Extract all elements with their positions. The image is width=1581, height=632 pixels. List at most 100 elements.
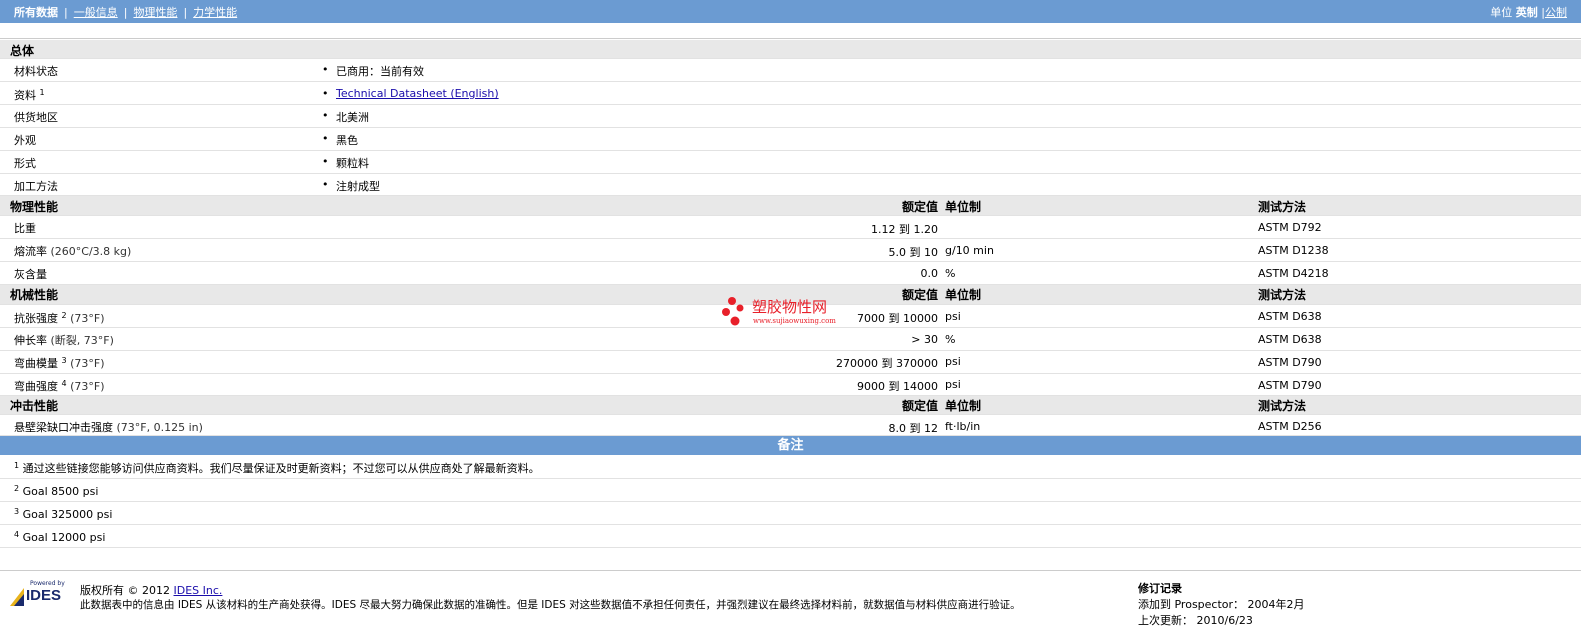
label-text: 资料 [14, 89, 36, 102]
property-label: 灰含量 [14, 268, 47, 281]
footnote-ref[interactable]: 1 [40, 88, 45, 97]
test-method: ASTM D792 [1258, 221, 1322, 234]
updated-value: 2010/6/23 [1196, 614, 1253, 627]
datasheet-link[interactable]: Technical Datasheet (English) [336, 87, 499, 100]
bullet: • [322, 63, 329, 76]
test-method: ASTM D1238 [1258, 244, 1329, 257]
bullet: • [322, 87, 329, 100]
test-method: ASTM D638 [1258, 310, 1322, 323]
copyright: 版权所有 © 2012 IDES Inc. [80, 582, 222, 598]
property-value: 北美洲 [336, 111, 369, 124]
note-item: 1 通过这些链接您能够访问供应商资料。我们尽量保证及时更新资料；不过您可以从供应… [0, 455, 1581, 479]
revision-title: 修订记录 [1138, 582, 1182, 595]
ides-logo: Powered by IDES [8, 580, 70, 608]
general-row: 加工方法 • 注射成型 [0, 174, 1581, 196]
label-text: 抗张强度 [14, 312, 58, 325]
test-condition: (73°F) [70, 380, 105, 393]
property-label: 供货地区 [14, 111, 58, 124]
note-number: 3 [14, 507, 20, 516]
test-method: ASTM D638 [1258, 333, 1322, 346]
general-row: 资料 1 • Technical Datasheet (English) [0, 82, 1581, 105]
property-label: 伸长率 (断裂, 73°F) [14, 332, 114, 348]
note-text: 2 Goal 8500 psi [14, 484, 98, 498]
label-text: 弯曲强度 [14, 380, 58, 393]
bullet: • [322, 155, 329, 168]
column-header-unit: 单位制 [945, 200, 982, 214]
property-value: 已商用：当前有效 [336, 65, 424, 78]
rated-value: 270000 到 370000 [836, 357, 938, 370]
property-label: 悬壁梁缺口冲击强度 (73°F, 0.125 in) [14, 419, 203, 435]
section-title: 总体 [10, 44, 35, 58]
watermark-dots-icon [722, 297, 744, 326]
nav-separator: | [64, 6, 68, 19]
footnote-ref[interactable]: 3 [62, 356, 67, 365]
company-link[interactable]: IDES Inc. [174, 584, 223, 597]
units-imperial[interactable]: 英制 [1516, 6, 1538, 19]
rated-value: 7000 到 10000 [857, 312, 938, 325]
general-row: 材料状态 • 已商用：当前有效 [0, 59, 1581, 82]
property-label: 材料状态 [14, 65, 58, 78]
nav-separator: | [183, 6, 188, 19]
watermark-url: www.sujiaowuxing.com [753, 317, 836, 325]
rated-value: 0.0 [920, 267, 939, 280]
note-body: Goal 325000 psi [22, 508, 113, 521]
test-method: ASTM D790 [1258, 379, 1322, 392]
nav-mechanical[interactable]: 力学性能 [193, 6, 237, 19]
watermark: 塑胶物性网 www.sujiaowuxing.com [720, 296, 850, 332]
divider [0, 38, 1581, 39]
test-condition: (73°F) [70, 312, 105, 325]
copyright-text: 版权所有 © 2012 [80, 584, 170, 597]
note-item: 2 Goal 8500 psi [0, 479, 1581, 502]
note-number: 4 [14, 530, 20, 539]
top-nav-bar: 所有数据 | 一般信息 | 物理性能 | 力学性能 单位 英制 |公制 [0, 0, 1581, 23]
test-condition: (73°F, 0.125 in) [116, 421, 203, 434]
footnote-ref[interactable]: 4 [62, 379, 67, 388]
column-header-test: 测试方法 [1258, 200, 1307, 214]
general-row: 形式 • 颗粒料 [0, 151, 1581, 174]
note-body: Goal 12000 psi [22, 531, 106, 544]
added-label: 添加到 Prospector： [1138, 598, 1245, 611]
unit-value: % [945, 267, 956, 280]
section-header-impact: 冲击性能 额定值 单位制 测试方法 [0, 396, 1581, 415]
property-label: 比重 [14, 222, 36, 235]
rated-value: 5.0 到 10 [888, 246, 938, 259]
footnote-ref[interactable]: 2 [62, 311, 67, 320]
unit-value: psi [945, 378, 961, 391]
unit-switcher: 单位 英制 |公制 [1490, 4, 1567, 20]
general-row: 外观 • 黑色 [0, 128, 1581, 151]
nav-all-data[interactable]: 所有数据 [14, 6, 58, 19]
revision-updated: 上次更新： 2010/6/23 [1138, 612, 1253, 628]
property-value: 颗粒料 [336, 157, 369, 170]
section-nav: 所有数据 | 一般信息 | 物理性能 | 力学性能 [14, 4, 237, 20]
revision-added: 添加到 Prospector： 2004年2月 [1138, 596, 1305, 612]
bullet: • [322, 132, 329, 145]
units-metric[interactable]: 公制 [1545, 6, 1567, 19]
unit-value: ft·lb/in [945, 420, 981, 433]
unit-value: g/10 min [945, 244, 994, 257]
section-title: 机械性能 [10, 288, 59, 302]
rated-value: > 30 [911, 333, 938, 346]
property-row: 悬壁梁缺口冲击强度 (73°F, 0.125 in) 8.0 到 12 ft·l… [0, 415, 1581, 436]
test-condition: (断裂, 73°F) [50, 334, 114, 347]
property-value: 黑色 [336, 134, 358, 147]
unit-value: psi [945, 355, 961, 368]
label-text: 弯曲模量 [14, 357, 58, 370]
note-number: 1 [14, 461, 20, 470]
nav-physical[interactable]: 物理性能 [133, 6, 177, 19]
note-text: 1 通过这些链接您能够访问供应商资料。我们尽量保证及时更新资料；不过您可以从供应… [14, 460, 540, 476]
section-header-physical: 物理性能 额定值 单位制 测试方法 [0, 196, 1581, 216]
note-number: 2 [14, 484, 20, 493]
property-label: 外观 [14, 134, 36, 147]
property-row: 比重 1.12 到 1.20 ASTM D792 [0, 216, 1581, 239]
note-text: 3 Goal 325000 psi [14, 507, 112, 521]
column-header-unit: 单位制 [945, 288, 982, 302]
note-item: 3 Goal 325000 psi [0, 502, 1581, 525]
rated-value: 8.0 到 12 [888, 422, 938, 435]
logo-powered-by: Powered by [30, 580, 65, 587]
property-row: 弯曲模量 3 (73°F) 270000 到 370000 psi ASTM D… [0, 351, 1581, 374]
nav-general-info[interactable]: 一般信息 [74, 6, 118, 19]
updated-label: 上次更新： [1138, 614, 1193, 627]
bullet: • [322, 178, 329, 191]
note-body: Goal 8500 psi [22, 485, 99, 498]
rated-value: 1.12 到 1.20 [871, 223, 938, 236]
